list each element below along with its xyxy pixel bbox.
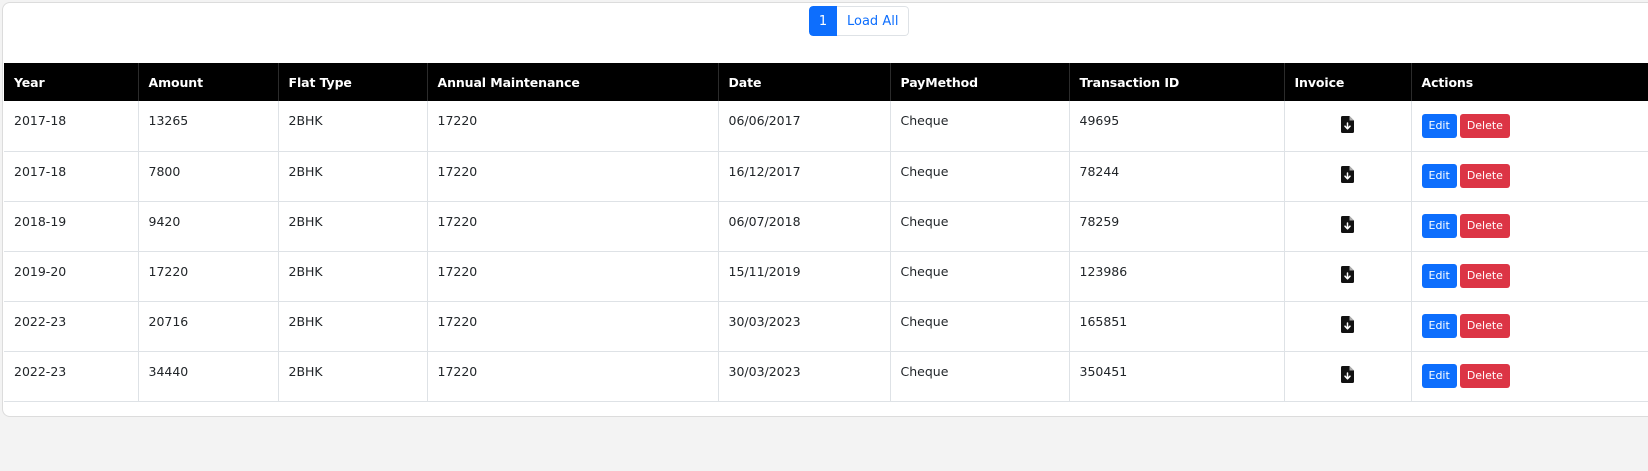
delete-button[interactable]: Delete (1459, 214, 1510, 238)
edit-button[interactable]: Edit (1421, 113, 1457, 138)
cell-actions: Edit Delete (1411, 201, 1648, 252)
table-row: 2022-23 34440 2BHK 17220 30/03/2023 Cheq… (4, 351, 1648, 402)
cell-date: 30/03/2023 (718, 301, 891, 352)
cell-annual-maintenance: 17220 (427, 101, 719, 152)
edit-button[interactable]: Edit (1421, 164, 1457, 188)
cell-amount: 7800 (138, 151, 279, 202)
cell-year: 2018-19 (4, 201, 139, 252)
cell-flat-type: 2BHK (278, 101, 428, 152)
file-download-icon[interactable] (1341, 266, 1354, 283)
cell-annual-maintenance: 17220 (427, 251, 719, 302)
cell-pay-method: Cheque (890, 151, 1070, 202)
cell-year: 2017-18 (4, 101, 139, 152)
cell-transaction-id: 78259 (1069, 201, 1285, 252)
cell-year: 2017-18 (4, 151, 139, 202)
header-date: Date (718, 63, 891, 101)
file-download-icon[interactable] (1341, 216, 1354, 233)
cell-date: 30/03/2023 (718, 351, 891, 402)
delete-button[interactable]: Delete (1459, 164, 1510, 188)
cell-amount: 13265 (138, 101, 279, 152)
header-pay-method: PayMethod (890, 63, 1070, 101)
cell-annual-maintenance: 17220 (427, 351, 719, 402)
cell-annual-maintenance: 17220 (427, 151, 719, 202)
cell-flat-type: 2BHK (278, 351, 428, 402)
edit-button[interactable]: Edit (1421, 264, 1457, 288)
table-row: 2022-23 20716 2BHK 17220 30/03/2023 Cheq… (4, 301, 1648, 352)
header-year: Year (4, 63, 139, 101)
edit-button[interactable]: Edit (1421, 364, 1457, 388)
cell-flat-type: 2BHK (278, 301, 428, 352)
file-download-icon[interactable] (1341, 366, 1354, 383)
cell-invoice (1284, 201, 1412, 252)
cell-amount: 9420 (138, 201, 279, 252)
cell-flat-type: 2BHK (278, 201, 428, 252)
cell-transaction-id: 165851 (1069, 301, 1285, 352)
header-transaction-id: Transaction ID (1069, 63, 1285, 101)
header-amount: Amount (138, 63, 279, 101)
cell-date: 16/12/2017 (718, 151, 891, 202)
cell-pay-method: Cheque (890, 201, 1070, 252)
cell-actions: Edit Delete (1411, 101, 1648, 152)
cell-date: 06/06/2017 (718, 101, 891, 152)
cell-amount: 17220 (138, 251, 279, 302)
cell-pay-method: Cheque (890, 301, 1070, 352)
delete-button[interactable]: Delete (1459, 264, 1510, 288)
cell-date: 15/11/2019 (718, 251, 891, 302)
cell-transaction-id: 123986 (1069, 251, 1285, 302)
cell-amount: 20716 (138, 301, 279, 352)
table-header: Year Amount Flat Type Annual Maintenance… (4, 63, 1648, 101)
cell-actions: Edit Delete (1411, 251, 1648, 302)
cell-flat-type: 2BHK (278, 251, 428, 302)
cell-year: 2022-23 (4, 301, 139, 352)
cell-pay-method: Cheque (890, 351, 1070, 402)
delete-button[interactable]: Delete (1459, 364, 1510, 388)
cell-actions: Edit Delete (1411, 301, 1648, 352)
table-row: 2018-19 9420 2BHK 17220 06/07/2018 Chequ… (4, 201, 1648, 252)
cell-pay-method: Cheque (890, 251, 1070, 302)
cell-invoice (1284, 351, 1412, 402)
cell-actions: Edit Delete (1411, 151, 1648, 202)
header-row: Year Amount Flat Type Annual Maintenance… (4, 63, 1648, 101)
file-download-icon[interactable] (1341, 316, 1354, 333)
cell-actions: Edit Delete (1411, 351, 1648, 402)
table-row: 2017-18 7800 2BHK 17220 16/12/2017 Chequ… (4, 151, 1648, 202)
edit-button[interactable]: Edit (1421, 314, 1457, 338)
cell-year: 2019-20 (4, 251, 139, 302)
cell-amount: 34440 (138, 351, 279, 402)
cell-date: 06/07/2018 (718, 201, 891, 252)
delete-button[interactable]: Delete (1459, 314, 1510, 338)
cell-annual-maintenance: 17220 (427, 201, 719, 252)
table-row: 2017-18 13265 2BHK 17220 06/06/2017 Cheq… (4, 101, 1648, 152)
edit-button[interactable]: Edit (1421, 214, 1457, 238)
cell-transaction-id: 49695 (1069, 101, 1285, 152)
cell-year: 2022-23 (4, 351, 139, 402)
cell-transaction-id: 78244 (1069, 151, 1285, 202)
table-body: 2017-18 13265 2BHK 17220 06/06/2017 Cheq… (4, 101, 1648, 402)
cell-annual-maintenance: 17220 (427, 301, 719, 352)
cell-invoice (1284, 101, 1412, 152)
header-actions: Actions (1411, 63, 1648, 101)
cell-invoice (1284, 151, 1412, 202)
header-annual-maintenance: Annual Maintenance (427, 63, 719, 101)
file-download-icon[interactable] (1341, 166, 1354, 183)
header-flat-type: Flat Type (278, 63, 428, 101)
cell-pay-method: Cheque (890, 101, 1070, 152)
file-download-icon[interactable] (1341, 115, 1354, 133)
cell-flat-type: 2BHK (278, 151, 428, 202)
load-all-button[interactable]: Load All (837, 6, 910, 36)
header-invoice: Invoice (1284, 63, 1412, 101)
table-row: 2019-20 17220 2BHK 17220 15/11/2019 Cheq… (4, 251, 1648, 302)
transactions-table: Year Amount Flat Type Annual Maintenance… (4, 63, 1648, 402)
cell-transaction-id: 350451 (1069, 351, 1285, 402)
cell-invoice (1284, 301, 1412, 352)
delete-button[interactable]: Delete (1459, 113, 1510, 138)
cell-invoice (1284, 251, 1412, 302)
pagination: 1 Load All (809, 6, 910, 36)
page-1-button[interactable]: 1 (809, 6, 837, 36)
